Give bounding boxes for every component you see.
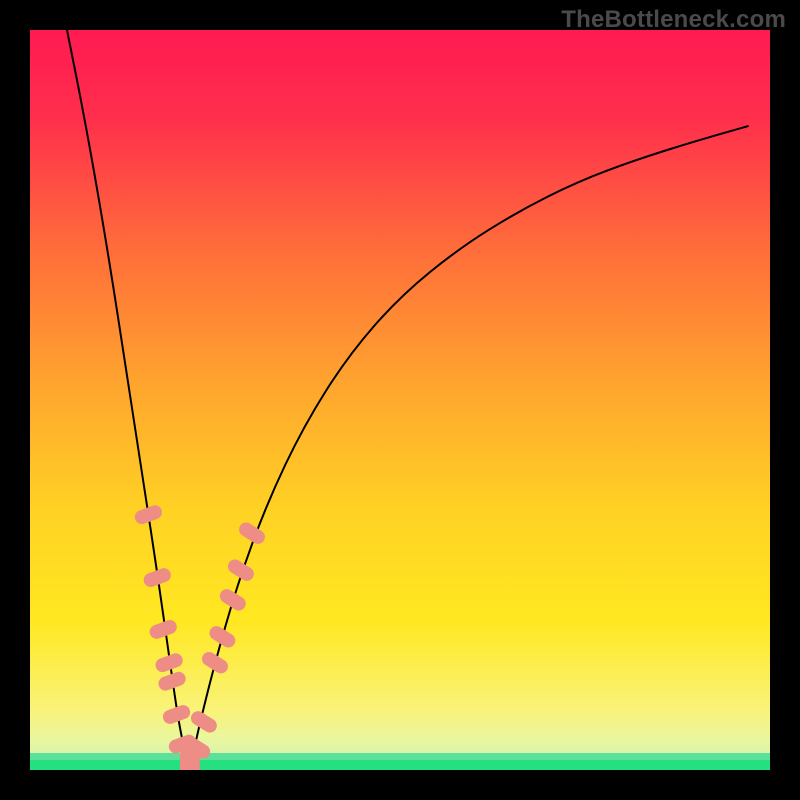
plot-area bbox=[30, 30, 770, 770]
gradient-background bbox=[30, 30, 770, 770]
chart-frame: TheBottleneck.com bbox=[0, 0, 800, 800]
green-band-upper bbox=[30, 753, 770, 760]
green-band bbox=[30, 760, 770, 770]
bottleneck-chart bbox=[0, 0, 800, 800]
